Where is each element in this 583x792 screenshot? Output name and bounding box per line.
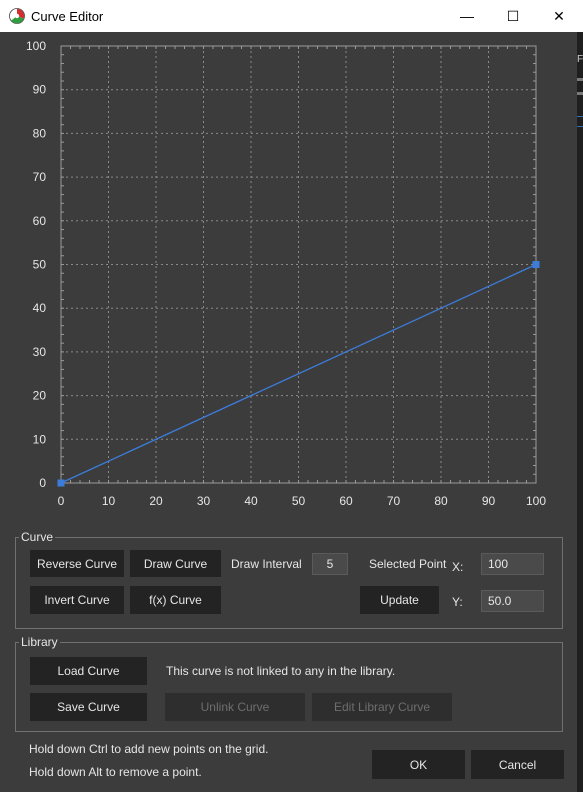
background-window-marker — [577, 126, 583, 127]
alt-hint-text: Hold down Alt to remove a point. — [29, 765, 202, 779]
x-tick-label: 60 — [339, 494, 353, 508]
selected-point-label: Selected Point — [369, 557, 447, 571]
minimize-button[interactable]: — — [444, 0, 490, 32]
x-tick-label: 10 — [102, 494, 116, 508]
plot-grid — [0, 32, 577, 522]
y-tick-label: 20 — [33, 389, 47, 403]
y-tick-label: 50 — [33, 258, 47, 272]
load-curve-button[interactable]: Load Curve — [30, 657, 147, 685]
title-bar: Curve Editor — ☐ ✕ — [0, 0, 583, 32]
cancel-button[interactable]: Cancel — [471, 750, 564, 779]
draw-interval-input[interactable] — [312, 553, 348, 575]
x-label: X: — [452, 560, 464, 574]
y-tick-label: 0 — [39, 476, 46, 490]
plot-background — [0, 32, 577, 522]
library-group-label: Library — [19, 635, 60, 649]
y-tick-label: 40 — [33, 301, 47, 315]
maximize-button[interactable]: ☐ — [490, 0, 536, 32]
y-tick-label: 30 — [33, 345, 47, 359]
background-window-marker — [577, 78, 583, 81]
unlink-curve-button[interactable]: Unlink Curve — [165, 693, 305, 721]
y-tick-label: 90 — [33, 83, 47, 97]
background-window-marker — [577, 116, 583, 117]
app-logo-icon — [9, 8, 25, 24]
reverse-curve-button[interactable]: Reverse Curve — [30, 550, 124, 577]
x-tick-label: 70 — [387, 494, 401, 508]
curve-control-point[interactable] — [57, 479, 65, 487]
draw-interval-label: Draw Interval — [231, 557, 302, 571]
library-link-status: This curve is not linked to any in the l… — [166, 664, 396, 678]
curve-graph[interactable]: 0 10 20 30 40 50 60 70 80 90 100 0 10 20 30 40 50 60 70 80… — [0, 32, 577, 522]
y-tick-label: 80 — [33, 126, 47, 140]
y-tick-label: 10 — [33, 432, 47, 446]
ctrl-hint-text: Hold down Ctrl to add new points on the … — [29, 742, 269, 756]
y-label: Y: — [452, 595, 463, 609]
invert-curve-button[interactable]: Invert Curve — [30, 586, 124, 614]
selected-point-y-input[interactable] — [481, 590, 544, 612]
x-tick-label: 20 — [149, 494, 163, 508]
x-tick-label: 50 — [292, 494, 306, 508]
draw-curve-button[interactable]: Draw Curve — [130, 550, 221, 577]
background-window-text: F — [577, 54, 583, 65]
x-tick-label: 80 — [434, 494, 448, 508]
edit-library-curve-button[interactable]: Edit Library Curve — [312, 693, 452, 721]
ok-button[interactable]: OK — [372, 750, 465, 779]
background-window-marker — [577, 92, 583, 95]
y-tick-label: 70 — [33, 170, 47, 184]
y-tick-label: 60 — [33, 214, 47, 228]
selected-point-x-input[interactable] — [481, 553, 544, 575]
curve-control-point[interactable] — [532, 261, 540, 268]
background-window-edge — [577, 32, 583, 792]
save-curve-button[interactable]: Save Curve — [30, 693, 147, 721]
curve-group-label: Curve — [19, 530, 56, 544]
x-tick-label: 100 — [526, 494, 546, 508]
fx-curve-button[interactable]: f(x) Curve — [130, 586, 221, 614]
x-tick-label: 40 — [244, 494, 258, 508]
update-button[interactable]: Update — [360, 586, 439, 614]
window-title: Curve Editor — [31, 9, 104, 24]
x-tick-label: 30 — [197, 494, 211, 508]
y-tick-label: 100 — [26, 39, 46, 53]
x-tick-label: 0 — [58, 494, 65, 508]
close-button[interactable]: ✕ — [536, 0, 582, 32]
x-tick-label: 90 — [482, 494, 496, 508]
